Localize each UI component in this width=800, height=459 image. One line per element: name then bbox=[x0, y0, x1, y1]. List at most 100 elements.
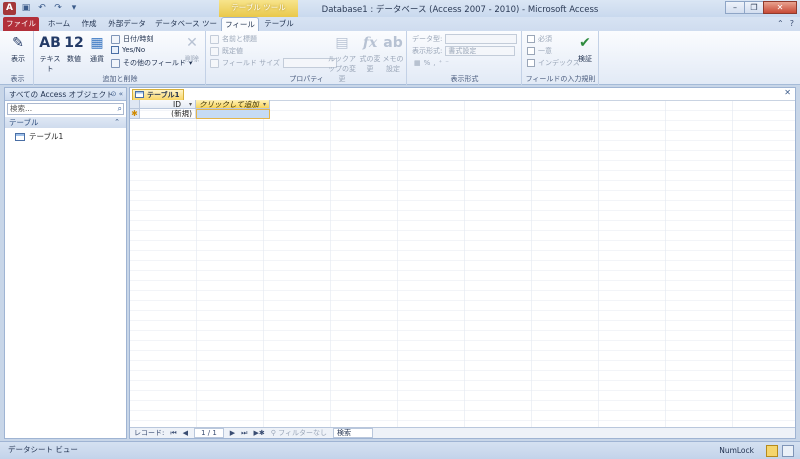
group-view: ✎ 表示 表示 bbox=[2, 31, 34, 85]
chevron-down-icon[interactable]: ▾ bbox=[263, 100, 266, 109]
modify-expression-button[interactable]: fx 式の変更 bbox=[359, 34, 381, 74]
add-datetime-field-button[interactable]: 日付/時刻 bbox=[111, 34, 153, 44]
tab-fields[interactable]: フィールド bbox=[221, 17, 259, 43]
name-caption-button[interactable]: 名前と標題 bbox=[210, 34, 257, 44]
table-icon bbox=[135, 91, 144, 98]
ribbon-tabs: ファイル ホーム 作成 外部データ データベース ツール フィールド テーブル … bbox=[0, 17, 800, 43]
minimize-button[interactable]: – bbox=[725, 1, 745, 14]
data-type-select[interactable]: データ型: bbox=[412, 34, 518, 44]
column-header-click-to-add[interactable]: クリックして追加 ▾ bbox=[196, 100, 270, 109]
table-icon bbox=[15, 133, 25, 141]
add-yesno-field-button[interactable]: Yes/No bbox=[111, 46, 145, 54]
decrease-decimals-icon[interactable]: ⁻ bbox=[445, 59, 449, 67]
add-number-field-button[interactable]: 12 数値 bbox=[63, 34, 85, 64]
document-tab-table1[interactable]: テーブル1 bbox=[132, 89, 184, 100]
view-icon: ✎ bbox=[12, 35, 24, 51]
tab-external-data[interactable]: 外部データ bbox=[104, 17, 150, 31]
minimize-ribbon-icon[interactable]: ⌃ bbox=[777, 19, 784, 28]
filter-toggle[interactable]: ⚲ フィルターなし bbox=[271, 428, 327, 438]
select-all-cell[interactable] bbox=[130, 100, 140, 109]
memo-icon: ab bbox=[383, 35, 403, 51]
cell-click-to-add[interactable] bbox=[196, 109, 270, 119]
required-checkbox[interactable]: 必須 bbox=[527, 34, 552, 44]
shutter-bar-icon[interactable]: « bbox=[119, 90, 123, 98]
chevron-down-icon[interactable]: ▾ bbox=[189, 100, 192, 109]
window-controls: – ❐ ✕ bbox=[725, 1, 797, 14]
default-value-button[interactable]: 既定値 bbox=[210, 46, 243, 56]
nav-pane-header[interactable]: すべての Access オブジェクト ⊙ « bbox=[5, 88, 126, 101]
column-headers: ID ▾ クリックして追加 ▾ bbox=[130, 100, 270, 109]
numlock-indicator: NumLock bbox=[719, 446, 754, 455]
delete-column-icon: ✕ bbox=[186, 35, 198, 51]
collapse-icon[interactable]: ⌃ bbox=[114, 117, 120, 128]
window-title: Database1 : データベース (Access 2007 - 2010) … bbox=[321, 5, 599, 15]
validation-button[interactable]: ✔ 検証 bbox=[573, 34, 597, 64]
more-fields-icon bbox=[111, 58, 120, 68]
maximize-button[interactable]: ❐ bbox=[744, 1, 764, 14]
new-record-icon[interactable]: ▶✱ bbox=[253, 428, 264, 438]
datasheet-view-icon[interactable] bbox=[766, 445, 778, 457]
table-row: ✱ (新規) bbox=[130, 109, 270, 119]
first-record-icon[interactable]: ⏮ bbox=[170, 428, 176, 438]
design-view-icon[interactable] bbox=[782, 445, 794, 457]
view-button[interactable]: ✎ 表示 bbox=[5, 34, 31, 64]
next-record-icon[interactable]: ▶ bbox=[230, 428, 235, 438]
record-navigator: レコード: ⏮ ◀ 1 / 1 ▶ ⏭ ▶✱ ⚲ フィルターなし 検索 bbox=[130, 427, 795, 438]
group-add-delete: AB テキスト 12 数値 ▦ 通貨 日付/時刻 Yes/No その他のフィール… bbox=[35, 31, 206, 85]
format-select[interactable]: 表示形式: 書式設定 bbox=[412, 46, 516, 56]
number-field-icon: 12 bbox=[64, 35, 84, 51]
record-search-input[interactable]: 検索 bbox=[332, 428, 373, 438]
datasheet-grid[interactable] bbox=[130, 100, 795, 427]
nav-group-tables[interactable]: テーブル ⌃ bbox=[5, 117, 126, 128]
column-header-id[interactable]: ID ▾ bbox=[140, 100, 196, 109]
increase-decimals-icon[interactable]: ⁺ bbox=[439, 59, 443, 67]
document-area: テーブル1 ✕ ID ▾ クリックして追加 ▾ ✱ (新規) レコード: ⏮ ◀… bbox=[129, 87, 796, 439]
tab-file[interactable]: ファイル bbox=[3, 17, 39, 31]
status-bar: データシート ビュー NumLock bbox=[0, 441, 800, 459]
field-size-field[interactable]: フィールド サイズ bbox=[210, 58, 337, 68]
help-icon[interactable]: ? bbox=[790, 19, 794, 28]
previous-record-icon[interactable]: ◀ bbox=[183, 428, 188, 438]
group-field-validation: 必須 一意 インデックス ✔ 検証 フィールドの入力規則 bbox=[523, 31, 599, 85]
default-value-icon bbox=[210, 46, 219, 56]
close-button[interactable]: ✕ bbox=[763, 1, 797, 14]
search-icon[interactable]: ⌕ bbox=[118, 104, 122, 114]
unique-checkbox[interactable]: 一意 bbox=[527, 46, 552, 56]
delete-field-button[interactable]: ✕ 削除 bbox=[180, 34, 204, 64]
record-position-input[interactable]: 1 / 1 bbox=[194, 428, 224, 438]
calendar-icon bbox=[111, 34, 120, 44]
name-caption-icon bbox=[210, 34, 219, 44]
add-currency-field-button[interactable]: ▦ 通貨 bbox=[86, 34, 108, 64]
text-field-icon: AB bbox=[39, 35, 61, 51]
group-formatting: データ型: 表示形式: 書式設定 ▦ % , ⁺ ⁻ 表示形式 bbox=[408, 31, 522, 85]
nav-search-input[interactable]: 検索... ⌕ bbox=[7, 103, 124, 115]
tab-create[interactable]: 作成 bbox=[77, 17, 101, 31]
field-size-icon bbox=[210, 58, 219, 68]
nav-item-table1[interactable]: テーブル1 bbox=[5, 131, 126, 143]
memo-settings-button[interactable]: ab メモの設定 bbox=[382, 34, 404, 74]
close-document-icon[interactable]: ✕ bbox=[784, 88, 791, 97]
new-record-marker-icon[interactable]: ✱ bbox=[130, 109, 140, 119]
indexed-checkbox[interactable]: インデックス bbox=[527, 58, 580, 68]
cell-id-new[interactable]: (新規) bbox=[140, 109, 196, 119]
number-format-buttons: ▦ % , ⁺ ⁻ bbox=[414, 59, 449, 67]
currency-icon: ▦ bbox=[90, 35, 104, 51]
tab-home[interactable]: ホーム bbox=[42, 17, 76, 31]
percent-button[interactable]: % bbox=[424, 59, 431, 67]
fx-icon: fx bbox=[362, 35, 378, 51]
navigation-pane: すべての Access オブジェクト ⊙ « 検索... ⌕ テーブル ⌃ テー… bbox=[4, 87, 127, 439]
last-record-icon[interactable]: ⏭ bbox=[241, 428, 247, 438]
status-view-label: データシート ビュー bbox=[8, 445, 78, 454]
checkbox-icon bbox=[111, 46, 119, 54]
tab-table[interactable]: テーブル bbox=[262, 17, 296, 31]
nav-menu-icon[interactable]: ⊙ bbox=[111, 90, 117, 98]
title-bar: A ▣ ↶ ↷ ▾ テーブル ツール Database1 : データベース (A… bbox=[0, 0, 800, 17]
lookup-icon: ▤ bbox=[335, 35, 349, 51]
add-text-field-button[interactable]: AB テキスト bbox=[37, 34, 63, 74]
group-properties: 名前と標題 既定値 フィールド サイズ ▤ ルックアップの変更 fx 式の変更 … bbox=[207, 31, 407, 85]
currency-format-icon[interactable]: ▦ bbox=[414, 59, 421, 67]
tab-database-tools[interactable]: データベース ツール bbox=[153, 17, 219, 42]
filter-icon: ⚲ bbox=[270, 429, 276, 437]
validation-check-icon: ✔ bbox=[579, 35, 591, 51]
comma-icon[interactable]: , bbox=[433, 59, 435, 67]
